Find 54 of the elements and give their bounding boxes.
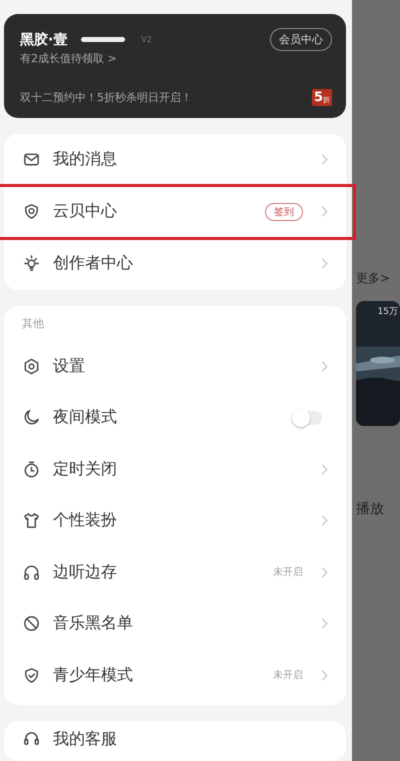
- promo-text: 双十二预约中！5折秒杀明日开启！: [20, 90, 193, 104]
- headset-icon: [22, 729, 41, 748]
- menu-label: 创作者中心: [53, 253, 133, 274]
- lightbulb-icon: [22, 254, 41, 273]
- menu-item[interactable]: 个性装扮: [4, 495, 346, 546]
- status-text: 未开启: [273, 566, 303, 580]
- moon-icon: [22, 408, 41, 428]
- growth-link[interactable]: 有2成长值待领取 >: [20, 51, 332, 66]
- chevron-icon: [321, 205, 328, 218]
- menu-item[interactable]: 设置: [4, 340, 346, 392]
- menu-item[interactable]: 我的客服: [4, 721, 346, 761]
- menu-item[interactable]: 青少年模式 未开启: [4, 650, 346, 701]
- menu-label: 边听边存: [53, 562, 117, 583]
- member-center-button[interactable]: 会员中心: [270, 28, 332, 51]
- menu-item[interactable]: 我的消息: [4, 134, 346, 186]
- play-label: 播放: [356, 500, 385, 518]
- menu-label: 云贝中心: [53, 201, 117, 222]
- settings-icon: [22, 356, 41, 376]
- status-text: 未开启: [273, 668, 303, 682]
- play-count: 15万: [378, 306, 398, 318]
- menu-label: 青少年模式: [53, 664, 133, 686]
- chevron-icon: [321, 617, 328, 630]
- menu-item[interactable]: 定时关闭: [4, 444, 346, 495]
- chevron-icon: [321, 153, 328, 166]
- menu-label: 我的客服: [53, 729, 117, 750]
- menu-label: 定时关闭: [53, 458, 117, 480]
- shirt-icon: [22, 511, 41, 530]
- chevron-icon: [321, 566, 328, 579]
- chevron-icon: [321, 462, 328, 476]
- chevron-icon: [321, 668, 328, 682]
- menu-label: 个性装扮: [53, 510, 117, 532]
- sign-in-badge[interactable]: 签到: [265, 202, 303, 220]
- timer-icon: [22, 460, 41, 479]
- menu-item[interactable]: 边听边存 未开启: [4, 546, 346, 598]
- night-mode-toggle[interactable]: [292, 410, 322, 425]
- section-title: 其他: [21, 316, 45, 332]
- chevron-icon: [321, 360, 328, 373]
- chevron-icon: [321, 514, 328, 528]
- menu-label: 夜间模式: [53, 407, 117, 428]
- menu-item[interactable]: 创作者中心: [4, 238, 346, 290]
- headphones-icon: [22, 562, 41, 582]
- shield-check-icon: [22, 666, 41, 685]
- menu-item[interactable]: 夜间模式: [4, 392, 346, 444]
- chevron-icon: [321, 257, 328, 270]
- level-bar: [81, 37, 126, 42]
- menu-label: 设置: [53, 356, 85, 377]
- user-name: 黑胶·壹: [20, 30, 68, 48]
- shield-icon: [22, 202, 41, 221]
- menu-label: 音乐黑名单: [53, 613, 133, 634]
- menu-item[interactable]: 云贝中心 签到: [0, 186, 354, 238]
- menu-label: 我的消息: [53, 149, 117, 170]
- ban-icon: [22, 614, 41, 634]
- menu-item[interactable]: 音乐黑名单: [4, 598, 346, 650]
- level-label: V2: [141, 35, 152, 44]
